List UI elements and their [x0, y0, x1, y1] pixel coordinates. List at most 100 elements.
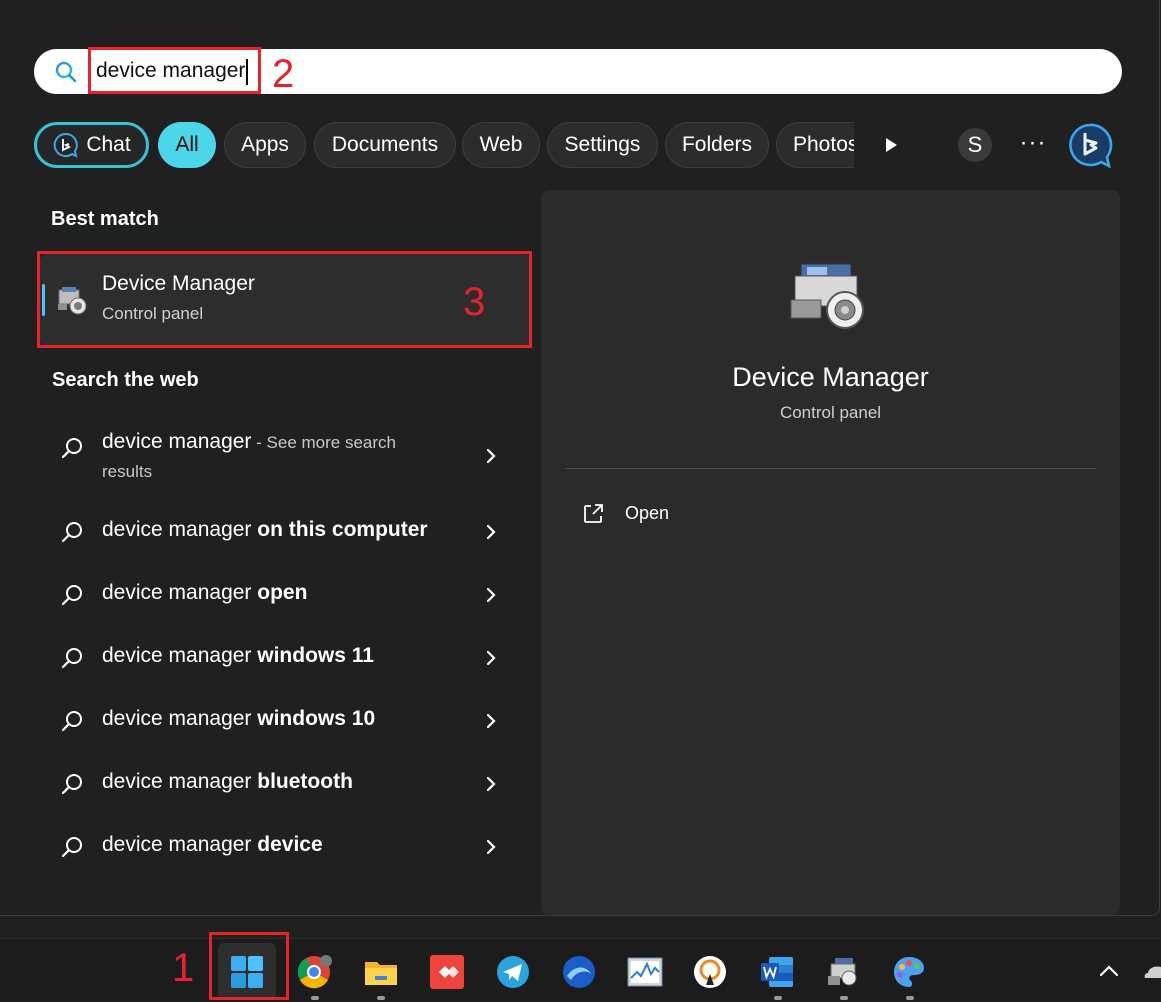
open-label: Open: [625, 503, 670, 523]
web-suggestion-text: device manager device: [102, 833, 323, 857]
chip-apps[interactable]: Apps: [224, 122, 306, 168]
browser-icon[interactable]: [561, 954, 597, 990]
annotation-box-search: [88, 47, 261, 94]
web-suggestion-text: device manager windows 10: [102, 707, 375, 731]
filter-chips: Chat All Apps Documents Web Settings Fol…: [34, 120, 854, 170]
suggestion-query: device manager: [102, 770, 252, 793]
web-suggestion-row[interactable]: device manager device: [40, 819, 530, 875]
running-indicator: [906, 996, 914, 1000]
annotation-box-best-match: [37, 251, 532, 348]
vpn-icon[interactable]: [692, 954, 728, 990]
device-manager-icon: [790, 263, 864, 329]
file-explorer-icon[interactable]: [363, 954, 399, 990]
chip-chat[interactable]: Chat: [34, 122, 149, 168]
telegram-icon[interactable]: [495, 954, 531, 990]
running-indicator: [311, 996, 319, 1000]
suggestion-query: device manager: [102, 518, 252, 541]
search-icon: [61, 837, 82, 858]
chevron-right-icon: [486, 650, 496, 666]
start-search-panel: 2 Chat All Apps Documents Web Settings F…: [0, 0, 1160, 916]
chevron-right-icon: [486, 839, 496, 855]
suggestion-bold: windows 11: [257, 644, 374, 667]
search-icon: [61, 711, 82, 732]
suggestion-query: device manager: [102, 833, 252, 856]
chip-all[interactable]: All: [158, 122, 216, 168]
suggestion-query: device manager: [102, 644, 252, 667]
suggestion-suffix: - See more search: [251, 433, 396, 452]
more-options-button[interactable]: ···: [1018, 128, 1048, 162]
suggestion-query: device manager: [102, 707, 252, 730]
search-icon: [61, 585, 82, 606]
chevron-right-icon: [486, 448, 496, 464]
annotation-number-3: 3: [463, 280, 486, 324]
bing-icon[interactable]: [1066, 122, 1114, 168]
device-manager-taskbar-icon[interactable]: [825, 954, 861, 990]
chip-folders[interactable]: Folders: [665, 122, 769, 168]
chip-web-label: Web: [479, 133, 523, 156]
chevron-up-icon[interactable]: [1098, 963, 1120, 979]
web-suggestion-text: device manager on this computer: [102, 518, 428, 542]
search-icon: [55, 61, 77, 83]
web-suggestion-row[interactable]: device manager - See more search results: [40, 420, 530, 490]
chrome-icon[interactable]: [296, 954, 332, 990]
chevron-right-icon: [486, 776, 496, 792]
search-icon: [61, 774, 82, 795]
search-the-web-heading: Search the web: [52, 369, 199, 391]
result-preview-pane: Device Manager Control panel Open: [541, 190, 1120, 915]
suggestion-query: device manager: [102, 430, 252, 453]
annotation-number-1: 1: [172, 946, 195, 990]
anydesk-icon[interactable]: [429, 954, 465, 990]
web-suggestion-row[interactable]: device manager windows 10: [40, 693, 530, 749]
suggestion-bold: bluetooth: [257, 770, 353, 793]
chip-photos[interactable]: Photos: [776, 122, 854, 168]
search-icon: [61, 648, 82, 669]
bing-chat-icon: [54, 132, 79, 158]
chevron-right-icon: [486, 587, 496, 603]
scroll-chips-right-icon[interactable]: [878, 131, 904, 159]
chip-settings[interactable]: Settings: [547, 122, 658, 168]
avatar[interactable]: S: [958, 128, 992, 162]
chip-settings-label: Settings: [564, 133, 641, 156]
onedrive-icon[interactable]: [1144, 961, 1161, 981]
open-external-icon: [584, 504, 603, 523]
preview-subtitle: Control panel: [779, 403, 882, 422]
annotation-number-2: 2: [272, 52, 295, 96]
resource-monitor-icon[interactable]: [627, 954, 663, 990]
open-button[interactable]: Open: [581, 500, 781, 530]
web-suggestion-row[interactable]: device manager open: [40, 567, 530, 623]
chevron-right-icon: [486, 713, 496, 729]
web-suggestion-text: device manager windows 11: [102, 644, 374, 668]
suggestion-bold: device: [257, 833, 323, 856]
web-suggestion-row[interactable]: device manager bluetooth: [40, 756, 530, 812]
suggestion-suffix-line2: results: [102, 462, 153, 481]
suggestion-bold: on this computer: [257, 518, 428, 541]
running-indicator: [774, 996, 782, 1000]
chip-folders-label: Folders: [681, 133, 753, 156]
chip-chat-label: Chat: [86, 133, 131, 156]
chip-web[interactable]: Web: [462, 122, 540, 168]
suggestion-bold: windows 10: [257, 707, 376, 730]
suggestion-query: device manager: [102, 581, 252, 604]
running-indicator: [377, 996, 385, 1000]
chip-photos-label: Photos: [793, 133, 854, 156]
best-match-heading: Best match: [51, 208, 159, 230]
paint-icon[interactable]: [891, 954, 927, 990]
search-icon: [61, 438, 82, 459]
word-icon[interactable]: [759, 954, 795, 990]
web-suggestion-row[interactable]: device manager on this computer: [40, 504, 530, 560]
chevron-right-icon: [486, 524, 496, 540]
avatar-initial: S: [967, 132, 983, 157]
preview-title: Device Manager: [732, 362, 929, 392]
chip-documents-label: Documents: [331, 133, 439, 156]
web-suggestion-text: device manager open: [102, 581, 307, 605]
web-suggestion-text: device manager - See more search: [102, 430, 396, 454]
running-indicator: [840, 996, 848, 1000]
chip-documents[interactable]: Documents: [314, 122, 456, 168]
divider: [565, 468, 1096, 469]
web-suggestion-text: device manager bluetooth: [102, 770, 353, 794]
search-icon: [61, 522, 82, 543]
chip-all-label: All: [175, 133, 199, 156]
annotation-box-start: [209, 932, 289, 1000]
web-suggestion-row[interactable]: device manager windows 11: [40, 630, 530, 686]
chip-apps-label: Apps: [241, 133, 289, 156]
